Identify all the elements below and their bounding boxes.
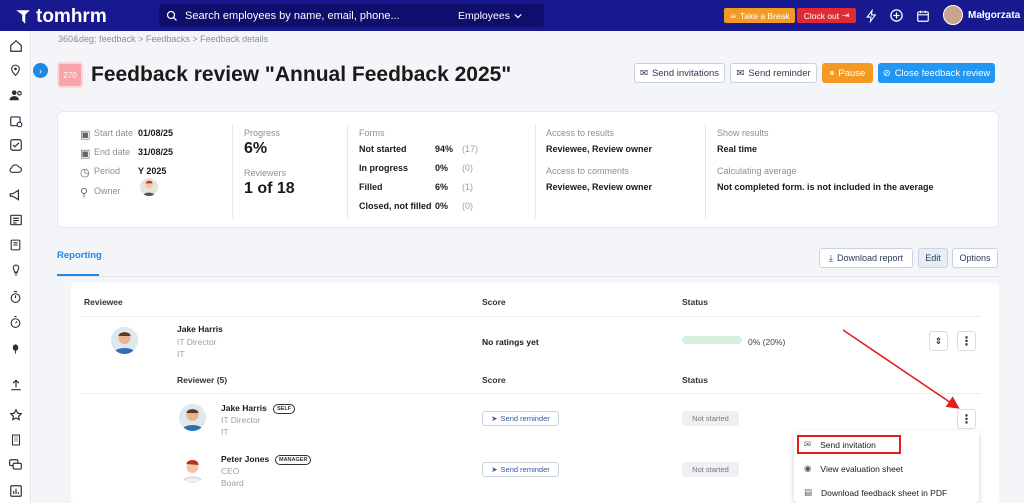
annotation-arrow: [842, 329, 960, 409]
